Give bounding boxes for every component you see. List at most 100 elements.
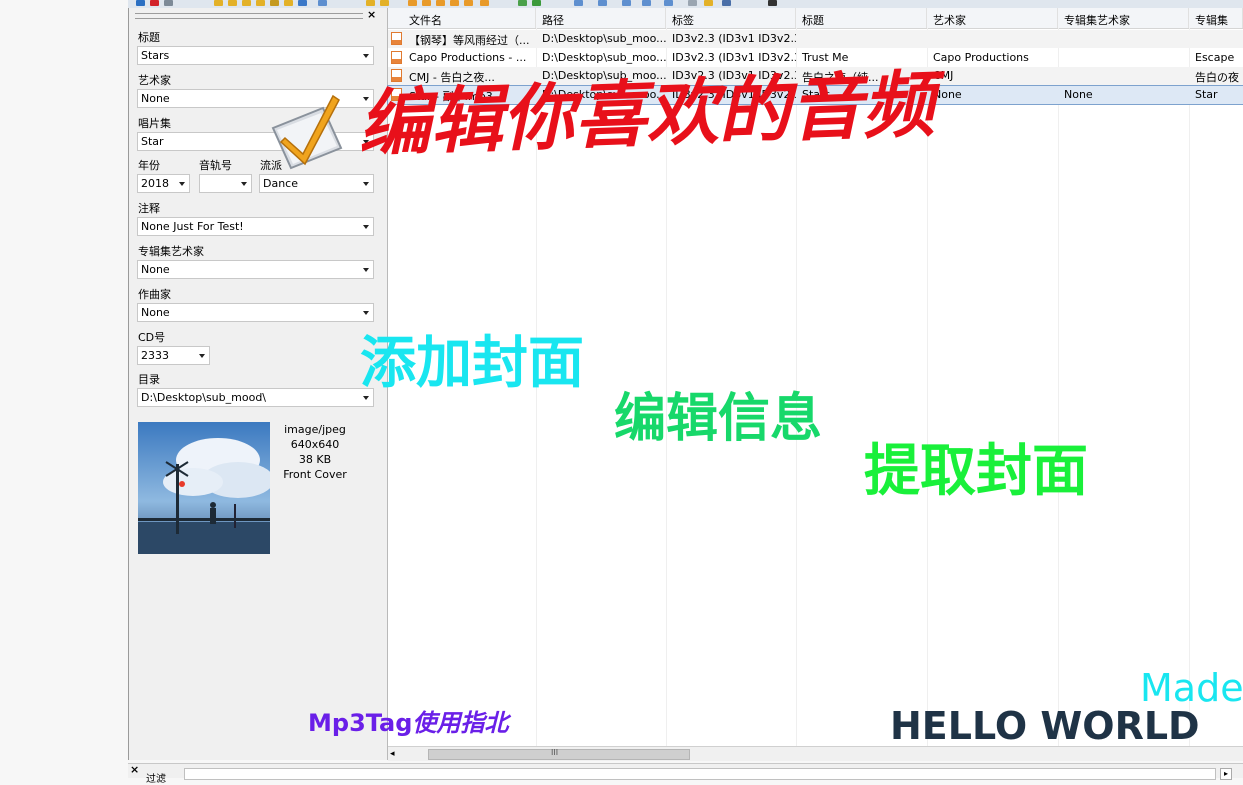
doc-icon-1[interactable]: [574, 0, 583, 6]
column-path-label: 路径: [542, 14, 564, 27]
edit-info-overlay: 编辑信息: [614, 389, 823, 449]
column-album[interactable]: 专辑集: [1189, 8, 1243, 28]
column-title[interactable]: 标题: [796, 8, 927, 28]
filename-cell: 【钢琴】等风雨经过（...: [409, 34, 530, 47]
disc-combo[interactable]: 2333: [137, 346, 210, 365]
chevron-down-icon[interactable]: [363, 311, 369, 315]
year-combo[interactable]: 2018: [137, 174, 190, 193]
tag-icon[interactable]: [270, 0, 279, 6]
filename-tag-icon[interactable]: [380, 0, 389, 6]
web-source-icon-2[interactable]: [532, 0, 541, 6]
column-tag-label: 标签: [672, 14, 694, 27]
filter-input[interactable]: [184, 768, 1216, 780]
convert-icon-4[interactable]: [450, 0, 459, 6]
artist-cell: CMJ: [933, 69, 954, 82]
album-artist-cell: None: [1064, 88, 1093, 101]
doc-icon-3[interactable]: [622, 0, 631, 6]
brand-overlay: HELLO WORLD: [890, 704, 1200, 748]
comment-label: 注释: [138, 202, 160, 215]
column-album-label: 专辑集: [1195, 14, 1228, 27]
column-album-artist-label: 专辑集艺术家: [1064, 14, 1130, 27]
extract-cover-overlay: 提取封面: [864, 439, 1088, 504]
comment-combo[interactable]: None Just For Test!: [137, 217, 374, 236]
album-artist-combo[interactable]: None: [137, 260, 374, 279]
star-icon[interactable]: [284, 0, 293, 6]
artist-value: None: [141, 92, 170, 105]
help-icon[interactable]: [722, 0, 731, 6]
filter-go-icon[interactable]: ▸: [1220, 768, 1232, 780]
path-cell: D:\Desktop\sub_moo...: [542, 32, 666, 45]
chevron-down-icon[interactable]: [363, 182, 369, 186]
export-icon[interactable]: [256, 0, 265, 6]
table-row[interactable]: 【钢琴】等风雨经过（... D:\Desktop\sub_moo... ID3v…: [388, 30, 1243, 48]
doc-icon-5[interactable]: [664, 0, 673, 6]
disc-label: CD号: [138, 331, 166, 344]
undo-icon[interactable]: [164, 0, 173, 6]
column-title-label: 标题: [802, 14, 824, 27]
album-value: Star: [141, 135, 164, 148]
mp3-file-icon: [391, 32, 402, 45]
panel-grip[interactable]: [135, 13, 363, 19]
save-icon[interactable]: [136, 0, 145, 6]
delete-icon[interactable]: [150, 0, 159, 6]
genre-combo[interactable]: Dance: [259, 174, 374, 193]
mp3tag-logo-icon: [271, 94, 343, 170]
settings-icon[interactable]: [688, 0, 697, 6]
cover-filesize: 38 KB: [298, 453, 332, 466]
track-combo[interactable]: [199, 174, 252, 193]
web-source-icon[interactable]: [518, 0, 527, 6]
convert-icon-1[interactable]: [408, 0, 417, 6]
convert-icon-5[interactable]: [464, 0, 473, 6]
close-icon[interactable]: ×: [367, 8, 376, 21]
horizontal-scrollbar[interactable]: ◂ III: [388, 746, 1243, 761]
artist-cell: None: [933, 88, 962, 101]
chevron-down-icon[interactable]: [179, 182, 185, 186]
refresh-icon[interactable]: [298, 0, 307, 6]
track-label: 音轨号: [199, 159, 232, 172]
scroll-left-icon[interactable]: ◂: [390, 749, 395, 759]
arrow-icon[interactable]: [768, 0, 777, 6]
cover-art-image[interactable]: [138, 422, 270, 554]
chevron-down-icon[interactable]: [241, 182, 247, 186]
genre-value: Dance: [263, 177, 298, 190]
composer-value: None: [141, 306, 170, 319]
chevron-down-icon[interactable]: [199, 354, 205, 358]
playlist-icon[interactable]: [242, 0, 251, 6]
year-value: 2018: [141, 177, 169, 190]
column-tag[interactable]: 标签: [666, 8, 796, 28]
column-path[interactable]: 路径: [536, 8, 666, 28]
composer-label: 作曲家: [138, 288, 171, 301]
column-album-artist[interactable]: 专辑集艺术家: [1058, 8, 1189, 28]
copy-icon[interactable]: [318, 0, 327, 6]
folder-icon[interactable]: [214, 0, 223, 6]
tag-panel: × 标题 Stars 艺术家 None 唱片集 Star 年份 音轨号 流派 2…: [128, 8, 389, 760]
doc-icon-2[interactable]: [598, 0, 607, 6]
column-artist[interactable]: 艺术家: [927, 8, 1058, 28]
doc-icon-4[interactable]: [642, 0, 651, 6]
headline-overlay: 编辑你喜欢的音频: [356, 60, 936, 167]
close-icon[interactable]: ×: [130, 763, 139, 776]
composer-combo[interactable]: None: [137, 303, 374, 322]
album-artist-value: None: [141, 263, 170, 276]
favorite-icon[interactable]: [704, 0, 713, 6]
tag-source-icon[interactable]: [366, 0, 375, 6]
title-combo[interactable]: Stars: [137, 46, 374, 65]
column-filename[interactable]: 文件名: [403, 8, 536, 28]
folder-add-icon[interactable]: [228, 0, 237, 6]
column-divider: [1189, 28, 1190, 746]
chevron-down-icon[interactable]: [363, 54, 369, 58]
convert-icon-6[interactable]: [480, 0, 489, 6]
album-cell: 告白の夜: [1195, 71, 1239, 84]
year-label: 年份: [138, 159, 160, 172]
mp3-file-icon: [391, 51, 402, 64]
chevron-down-icon[interactable]: [363, 268, 369, 272]
column-filename-label: 文件名: [409, 14, 442, 27]
directory-value: D:\Desktop\sub_mood\: [141, 391, 267, 404]
chevron-down-icon[interactable]: [363, 225, 369, 229]
artist-cell: Capo Productions: [933, 51, 1029, 64]
convert-icon-2[interactable]: [422, 0, 431, 6]
filter-label: 过滤: [146, 774, 166, 785]
convert-icon-3[interactable]: [436, 0, 445, 6]
directory-combo[interactable]: D:\Desktop\sub_mood\: [137, 388, 374, 407]
scroll-thumb[interactable]: III: [428, 748, 690, 760]
